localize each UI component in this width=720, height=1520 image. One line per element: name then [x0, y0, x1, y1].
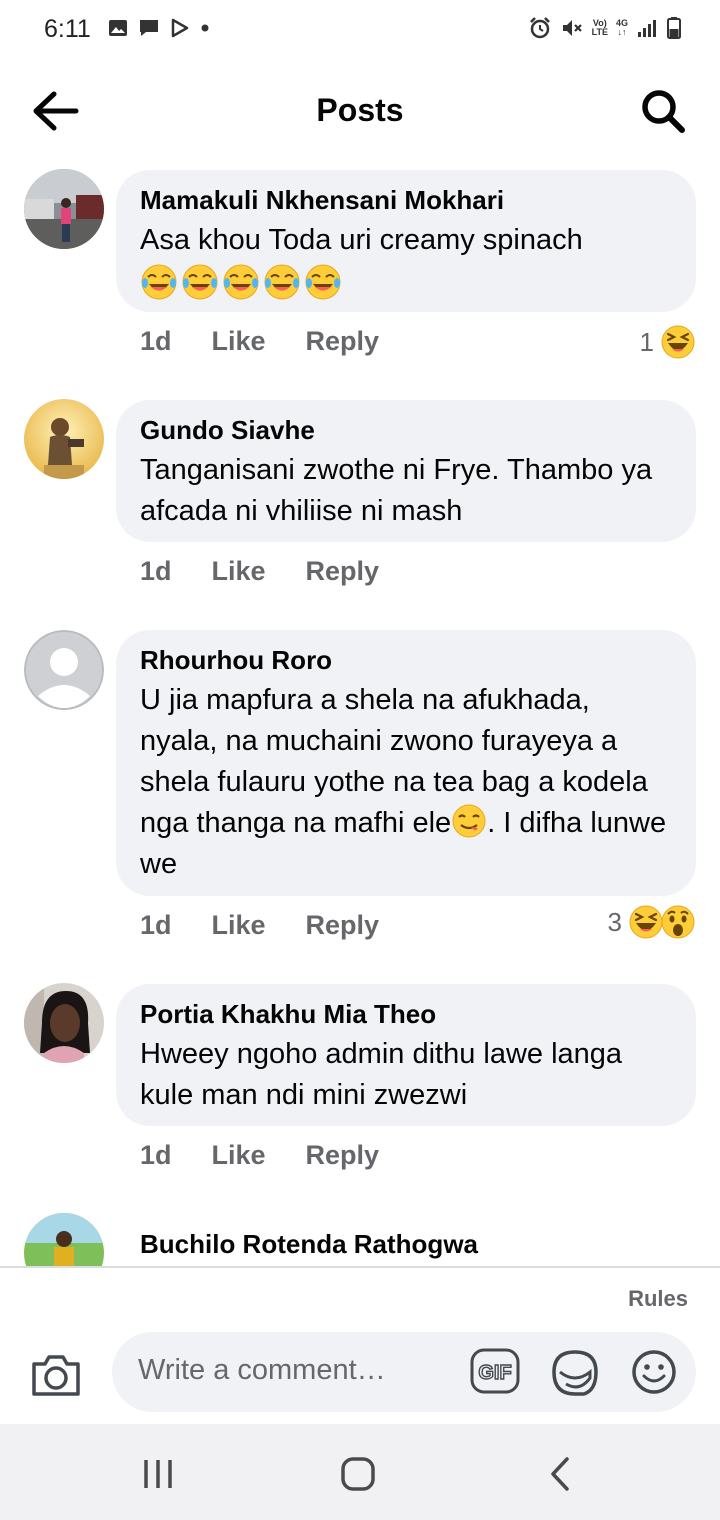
comments-list: Mamakuli Nkhensani Mokhari Asa khou Toda…	[0, 164, 720, 1266]
reply-button[interactable]: Reply	[306, 910, 380, 941]
reply-button[interactable]: Reply	[306, 1140, 380, 1171]
reaction-count: 1	[639, 326, 654, 357]
comment-author[interactable]: Rhourhou Roro	[140, 644, 672, 676]
reaction-summary[interactable]: 1	[640, 324, 696, 360]
system-nav-bar	[0, 1424, 720, 1520]
notification-icons	[108, 18, 210, 38]
default-avatar-icon[interactable]	[24, 630, 104, 710]
avatar[interactable]	[24, 169, 104, 249]
comment-bubble[interactable]: Portia Khakhu Mia Theo Hweey ngoho admin…	[116, 984, 696, 1126]
battery-icon	[667, 17, 681, 39]
gif-label: GIF	[478, 1362, 511, 1384]
avatar[interactable]	[24, 983, 104, 1063]
tears-of-joy-emoji	[140, 263, 342, 301]
network-type-indicator: 4G ↓↑	[615, 18, 628, 37]
comment-author[interactable]: Mamakuli Nkhensani Mokhari	[140, 184, 672, 216]
back-nav-icon[interactable]	[540, 1454, 580, 1494]
status-time: 6:11	[44, 15, 91, 43]
status-bar: 6:11 Vo) LTE 4G ↓↑	[0, 0, 720, 60]
like-button[interactable]: Like	[212, 1140, 266, 1171]
comment-bubble[interactable]: Mamakuli Nkhensani Mokhari Asa khou Toda…	[116, 170, 696, 312]
play-store-icon	[171, 18, 189, 38]
camera-icon[interactable]	[30, 1352, 82, 1398]
comment-actions: 1d Like Reply	[140, 910, 419, 941]
avatar[interactable]	[24, 1213, 104, 1266]
message-icon	[140, 20, 158, 36]
comment-time: 1d	[140, 326, 172, 356]
haha-reaction-icon	[629, 905, 663, 939]
reply-button[interactable]: Reply	[306, 326, 380, 357]
comment-text: U jia mapfura a shela na afukhada, nyala…	[140, 684, 667, 880]
comment-input[interactable]: Write a comment… GIF	[112, 1332, 696, 1412]
signal-icon	[638, 20, 656, 37]
like-button[interactable]: Like	[212, 326, 266, 357]
comment-actions: 1d Like Reply	[140, 326, 419, 357]
avatar[interactable]	[24, 399, 104, 479]
comment-author[interactable]: Buchilo Rotenda Rathogwa	[140, 1228, 478, 1260]
gallery-icon	[109, 20, 127, 36]
recent-apps-icon[interactable]	[138, 1454, 178, 1494]
comment-composer: Rules Write a comment… GIF	[0, 1268, 720, 1424]
alarm-icon	[529, 17, 550, 39]
mute-icon	[562, 20, 582, 36]
comment-actions: 1d Like Reply	[140, 556, 419, 587]
dot-icon	[201, 24, 209, 32]
comment-actions: 1d Like Reply	[140, 1140, 419, 1171]
reply-button[interactable]: Reply	[306, 556, 380, 587]
comment-bubble[interactable]: Gundo Siavhe Tanganisani zwothe ni Frye.…	[116, 400, 696, 542]
comment-text: Hweey ngoho admin dithu lawe langa kule …	[140, 1038, 623, 1111]
reaction-count: 3	[607, 906, 622, 937]
comment-bubble[interactable]: Rhourhou Roro U jia mapfura a shela na a…	[116, 630, 696, 896]
comment-input-placeholder: Write a comment…	[138, 1354, 386, 1386]
reaction-summary[interactable]: 3	[608, 904, 696, 940]
comment-text: Tanganisani zwothe ni Frye. Thambo ya af…	[140, 454, 653, 527]
search-icon[interactable]	[640, 88, 686, 134]
like-button[interactable]: Like	[212, 556, 266, 587]
comment-time: 1d	[140, 1140, 172, 1170]
comment-time: 1d	[140, 556, 172, 586]
rules-link[interactable]: Rules	[628, 1286, 688, 1312]
home-icon[interactable]	[338, 1454, 378, 1494]
yum-emoji	[452, 804, 486, 838]
gif-icon[interactable]: GIF	[470, 1348, 520, 1394]
comment-author[interactable]: Gundo Siavhe	[140, 414, 672, 446]
sticker-icon[interactable]	[550, 1348, 600, 1398]
wow-reaction-icon	[661, 905, 695, 939]
system-status-icons: Vo) LTE 4G ↓↑	[528, 16, 682, 40]
page-title: Posts	[316, 92, 404, 128]
comment-time: 1d	[140, 910, 172, 940]
app-header: Posts	[0, 60, 720, 164]
comment-text: Asa khou Toda uri creamy spinach	[140, 220, 672, 313]
volte-indicator: Vo) LTE	[591, 18, 608, 37]
emoji-icon[interactable]	[630, 1348, 678, 1396]
comment-author[interactable]: Portia Khakhu Mia Theo	[140, 998, 672, 1030]
like-button[interactable]: Like	[212, 910, 266, 941]
haha-reaction-icon	[661, 325, 695, 359]
